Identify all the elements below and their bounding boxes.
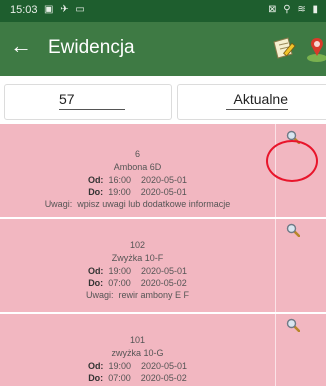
to-time: 07:00 — [108, 373, 131, 383]
back-arrow-icon[interactable]: ← — [10, 34, 32, 58]
from-time: 16:00 — [108, 175, 131, 185]
id-filter-field[interactable]: 57 — [4, 84, 172, 120]
to-label: Do: — [88, 373, 104, 383]
magnifier-icon[interactable] — [286, 318, 300, 332]
filter-bar: 57 Aktualne — [0, 76, 326, 122]
item-from: Od: 19:00 2020-05-01 — [0, 360, 275, 372]
item-name: Ambona 6D — [113, 162, 162, 172]
to-date: 2020-05-01 — [140, 187, 187, 197]
item-to: Do: 07:00 2020-05-02 — [0, 277, 275, 289]
notes-text: rewir ambony E F — [118, 290, 190, 300]
notes-label: Uwagi: — [44, 199, 73, 209]
from-label: Od: — [87, 361, 104, 371]
from-label: Od: — [87, 266, 104, 276]
from-date: 2020-05-01 — [141, 175, 188, 185]
list-item[interactable]: 102 Zwyżka 10-F Od: 19:00 2020-05-01 Do:… — [0, 219, 326, 312]
to-date: 2020-05-02 — [140, 373, 187, 383]
from-time: 19:00 — [108, 266, 131, 276]
item-number: 6 — [134, 149, 140, 159]
system-status-icons: ⊠ ⚲ ≋ ▮ — [268, 4, 320, 15]
item-from: Od: 16:00 2020-05-01 — [0, 174, 275, 186]
from-date: 2020-05-01 — [141, 361, 188, 371]
to-date: 2020-05-02 — [140, 278, 187, 288]
item-notes: Uwagi: wpisz uwagi lub dodatkowe informa… — [0, 198, 275, 210]
status-time: 15:03 — [10, 4, 38, 16]
highlight-circle — [266, 140, 318, 182]
from-label: Od: — [87, 175, 104, 185]
id-filter-value: 57 — [59, 91, 125, 110]
to-time: 19:00 — [108, 187, 131, 197]
app-bar: ← Ewidencja — [0, 22, 326, 76]
item-name: zwyżka 10-G — [111, 348, 164, 358]
notes-label: Uwagi: — [85, 290, 114, 300]
item-to: Do: 19:00 2020-05-01 — [0, 186, 275, 198]
item-from: Od: 19:00 2020-05-01 — [0, 265, 275, 277]
item-name: Zwyżka 10-F — [111, 253, 164, 263]
to-time: 07:00 — [108, 278, 131, 288]
column-divider — [275, 314, 276, 386]
from-date: 2020-05-01 — [141, 266, 188, 276]
column-divider — [275, 219, 276, 312]
notes-text: wpisz uwagi lub dodatkowe informacje — [77, 199, 231, 209]
item-number: 101 — [129, 335, 146, 345]
item-to: Do: 07:00 2020-05-02 — [0, 372, 275, 384]
notification-icons: ▣ ✈ ▭ — [44, 4, 87, 15]
list-item[interactable]: 101 zwyżka 10-G Od: 19:00 2020-05-01 Do:… — [0, 314, 326, 386]
edit-note-icon[interactable] — [268, 34, 298, 64]
status-filter-value: Aktualne — [226, 91, 288, 110]
status-bar: 15:03 ▣ ✈ ▭ ⊠ ⚲ ≋ ▮ — [0, 0, 326, 22]
page-title: Ewidencja — [48, 37, 135, 58]
magnifier-icon[interactable] — [286, 223, 300, 237]
from-time: 19:00 — [108, 361, 131, 371]
status-filter-field[interactable]: Aktualne — [177, 84, 326, 120]
to-label: Do: — [88, 278, 104, 288]
item-number: 102 — [129, 240, 146, 250]
to-label: Do: — [88, 187, 104, 197]
item-notes: Uwagi: rewir ambony E F — [0, 289, 275, 301]
map-pin-icon[interactable] — [302, 34, 326, 64]
